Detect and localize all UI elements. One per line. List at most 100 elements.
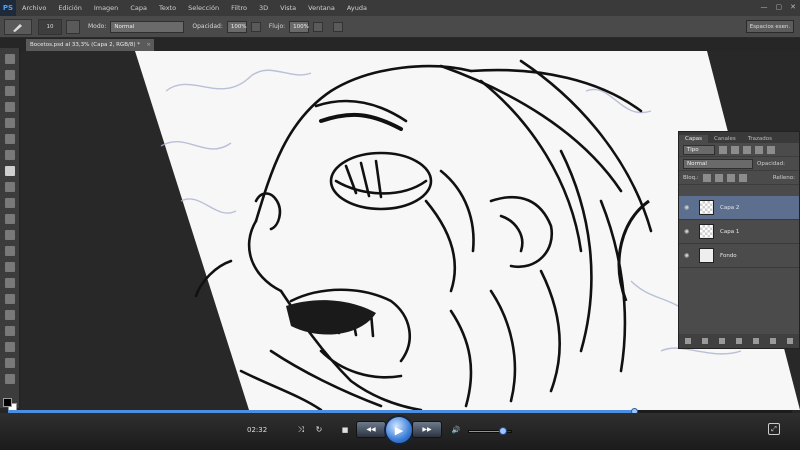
close-document-icon[interactable]: × bbox=[146, 42, 151, 48]
opacity-input[interactable]: 100% bbox=[226, 20, 247, 33]
menu-edicion[interactable]: Edición bbox=[52, 4, 88, 12]
hand-tool-icon[interactable] bbox=[5, 342, 15, 352]
airbrush-toggle[interactable] bbox=[313, 21, 324, 32]
layer-filter-select[interactable]: Tipo bbox=[683, 144, 715, 155]
menu-ventana[interactable]: Ventana bbox=[302, 4, 341, 12]
pen-tool-icon[interactable] bbox=[5, 278, 15, 288]
marquee-tool-icon[interactable] bbox=[5, 70, 15, 80]
delete-layer-icon[interactable] bbox=[787, 338, 794, 344]
layer-name: Capa 2 bbox=[720, 204, 740, 211]
menu-vista[interactable]: Vista bbox=[274, 4, 302, 12]
menu-ayuda[interactable]: Ayuda bbox=[341, 4, 373, 12]
brush-size-picker[interactable]: 10 bbox=[38, 18, 62, 35]
minimize-button[interactable]: — bbox=[761, 3, 768, 11]
visibility-eye-icon[interactable]: ◉ bbox=[684, 252, 694, 259]
brush-icon bbox=[13, 23, 22, 32]
player-controls: 02:32 ⤨ ↻ ■ ◀◀ ▶ ▶▶ 🔊 ⤢ bbox=[0, 413, 800, 450]
add-mask-icon[interactable] bbox=[718, 338, 725, 344]
new-group-icon[interactable] bbox=[753, 338, 760, 344]
filter-adjustment-icon[interactable] bbox=[731, 145, 739, 154]
window-controls: — ▢ ✕ bbox=[761, 3, 797, 11]
menu-imagen[interactable]: Imagen bbox=[88, 4, 124, 12]
shuffle-icon[interactable]: ⤨ bbox=[295, 423, 307, 436]
maximize-button[interactable]: ▢ bbox=[776, 3, 783, 11]
blend-mode-select[interactable]: Normal bbox=[683, 158, 753, 169]
size-pressure-toggle[interactable] bbox=[333, 21, 344, 32]
path-selection-tool-icon[interactable] bbox=[5, 310, 15, 320]
layers-panel-footer bbox=[679, 334, 799, 348]
clone-stamp-tool-icon[interactable] bbox=[5, 182, 15, 192]
lock-transparency-icon[interactable] bbox=[702, 173, 711, 182]
lock-row: Bloq.: Relleno: bbox=[679, 171, 799, 185]
fullscreen-button[interactable]: ⤢ bbox=[768, 423, 780, 435]
new-layer-icon[interactable] bbox=[770, 338, 777, 344]
tab-trazados[interactable]: Trazados bbox=[742, 135, 778, 143]
document-tab[interactable]: Bocetos.psd al 33,3% (Capa 2, RGB/8) * × bbox=[26, 39, 154, 51]
brush-tool-icon[interactable] bbox=[5, 166, 15, 176]
blur-tool-icon[interactable] bbox=[5, 246, 15, 256]
filter-pixel-icon[interactable] bbox=[719, 145, 727, 154]
menu-texto[interactable]: Texto bbox=[153, 4, 182, 12]
filter-smart-object-icon[interactable] bbox=[767, 145, 775, 154]
layer-row[interactable]: ◉ Capa 1 bbox=[679, 220, 799, 244]
visibility-eye-icon[interactable]: ◉ bbox=[684, 228, 694, 235]
move-tool-icon[interactable] bbox=[5, 54, 15, 64]
menu-archivo[interactable]: Archivo bbox=[16, 4, 52, 12]
elapsed-time: 02:32 bbox=[247, 426, 268, 434]
visibility-eye-icon[interactable]: ◉ bbox=[684, 204, 694, 211]
quick-selection-tool-icon[interactable] bbox=[5, 102, 15, 112]
layers-panel: Capas Canales Trazados Tipo Normal Opaci… bbox=[678, 131, 800, 349]
layer-filter-row: Tipo bbox=[679, 143, 799, 157]
layer-style-icon[interactable] bbox=[701, 338, 708, 344]
blend-mode-row: Normal Opacidad: bbox=[679, 157, 799, 171]
dodge-tool-icon[interactable] bbox=[5, 262, 15, 272]
repeat-icon[interactable]: ↻ bbox=[313, 423, 325, 436]
eyedropper-tool-icon[interactable] bbox=[5, 134, 15, 144]
link-layers-icon[interactable] bbox=[684, 338, 691, 344]
adjustment-layer-icon[interactable] bbox=[735, 338, 742, 344]
options-bar: 10 Modo: Normal Opacidad: 100% Flujo: 10… bbox=[0, 16, 800, 38]
shape-tool-icon[interactable] bbox=[5, 326, 15, 336]
gradient-tool-icon[interactable] bbox=[5, 230, 15, 240]
volume-handle[interactable] bbox=[499, 427, 508, 435]
menu-capa[interactable]: Capa bbox=[124, 4, 153, 12]
layer-name: Fondo bbox=[720, 252, 737, 259]
layer-row[interactable]: ◉ Fondo bbox=[679, 244, 799, 268]
fill-label: Relleno: bbox=[772, 174, 795, 181]
flow-input[interactable]: 100% bbox=[289, 20, 310, 33]
lock-position-icon[interactable] bbox=[726, 173, 735, 182]
tab-canales[interactable]: Canales bbox=[708, 135, 742, 143]
lock-all-icon[interactable] bbox=[738, 173, 747, 182]
layer-name: Capa 1 bbox=[720, 228, 740, 235]
more-tools-icon[interactable] bbox=[5, 374, 15, 384]
type-tool-icon[interactable] bbox=[5, 294, 15, 304]
close-button[interactable]: ✕ bbox=[790, 3, 796, 11]
layer-row[interactable]: ◉ Capa 2 bbox=[679, 196, 799, 220]
previous-button[interactable]: ◀◀ bbox=[356, 421, 386, 438]
filter-type-icon[interactable] bbox=[743, 145, 751, 154]
history-brush-tool-icon[interactable] bbox=[5, 198, 15, 208]
menu-3d[interactable]: 3D bbox=[253, 4, 274, 12]
crop-tool-icon[interactable] bbox=[5, 118, 15, 128]
healing-brush-tool-icon[interactable] bbox=[5, 150, 15, 160]
play-button[interactable]: ▶ bbox=[384, 415, 414, 445]
opacity-pressure-toggle[interactable] bbox=[250, 21, 261, 32]
lock-pixels-icon[interactable] bbox=[714, 173, 723, 182]
brush-preset-picker[interactable] bbox=[4, 18, 32, 35]
mode-select[interactable]: Normal bbox=[110, 20, 185, 33]
next-button[interactable]: ▶▶ bbox=[412, 421, 442, 438]
workspace-select[interactable]: Espacios esen. bbox=[746, 20, 794, 33]
tab-capas[interactable]: Capas bbox=[679, 135, 708, 143]
photoshop-logo: PS bbox=[0, 0, 16, 16]
foreground-color-swatch[interactable] bbox=[3, 398, 12, 407]
filter-shape-icon[interactable] bbox=[755, 145, 763, 154]
zoom-tool-icon[interactable] bbox=[5, 358, 15, 368]
menu-seleccion[interactable]: Selección bbox=[182, 4, 225, 12]
volume-icon[interactable]: 🔊 bbox=[450, 423, 462, 436]
eraser-tool-icon[interactable] bbox=[5, 214, 15, 224]
menu-filtro[interactable]: Filtro bbox=[225, 4, 253, 12]
lasso-tool-icon[interactable] bbox=[5, 86, 15, 96]
stop-button[interactable]: ■ bbox=[339, 423, 351, 436]
brush-panel-toggle[interactable] bbox=[66, 19, 80, 34]
flow-label: Flujo: bbox=[268, 23, 286, 30]
